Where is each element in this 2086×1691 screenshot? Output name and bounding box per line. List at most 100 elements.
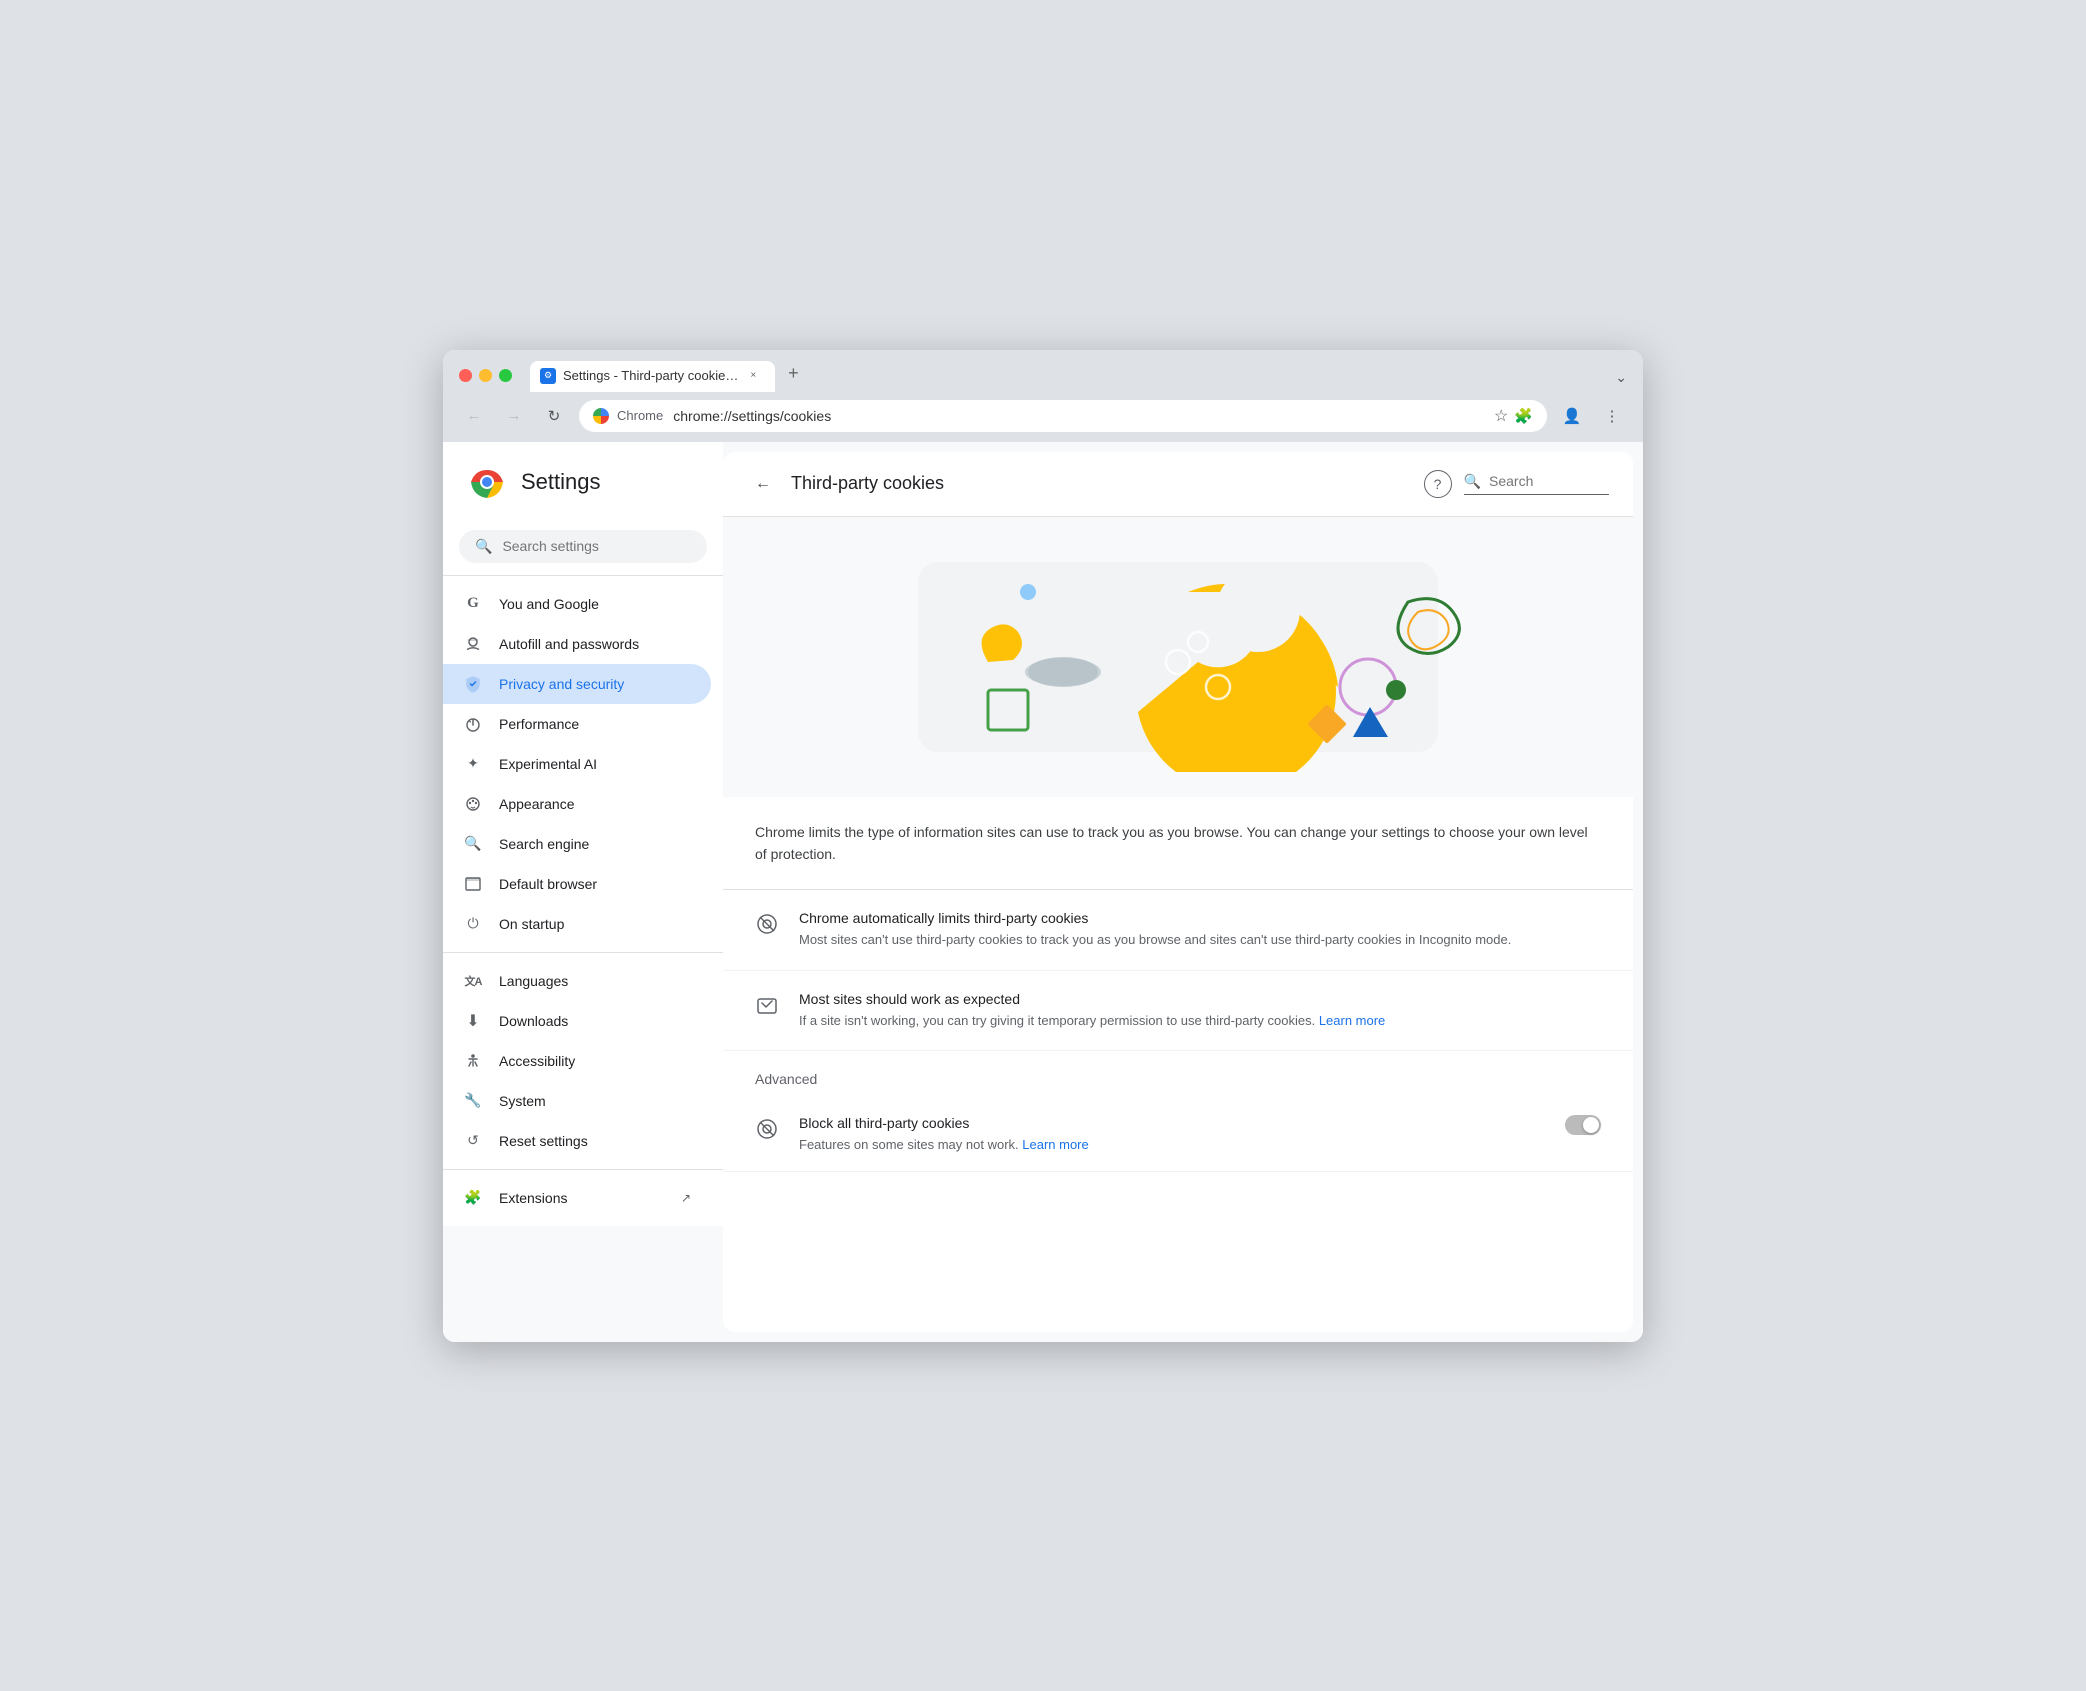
active-tab[interactable]: ⚙ Settings - Third-party cookie… × <box>530 361 775 392</box>
search-settings-input[interactable] <box>502 538 691 554</box>
search-engine-icon: 🔍 <box>463 834 483 854</box>
maximize-window-button[interactable] <box>499 369 512 382</box>
header-right: ? 🔍 <box>1424 470 1609 498</box>
help-button[interactable]: ? <box>1424 470 1452 498</box>
extensions-icon: 🧩 <box>463 1188 483 1208</box>
sidebar-item-default-browser[interactable]: Default browser <box>443 864 711 904</box>
sidebar-label-ai: Experimental AI <box>499 756 597 772</box>
tab-close-button[interactable]: × <box>745 368 761 384</box>
block-all-desc: Features on some sites may not work. Lea… <box>799 1135 1545 1155</box>
content-back-button[interactable]: ← <box>747 468 779 500</box>
content-header: ← Third-party cookies ? 🔍 <box>723 452 1633 517</box>
sidebar-item-ai[interactable]: ✦ Experimental AI <box>443 744 711 784</box>
advanced-label: Advanced <box>755 1071 1601 1087</box>
extensions-puzzle-icon[interactable]: 🧩 <box>1514 407 1533 425</box>
main-content: Settings 🔍 G You and Google <box>443 442 1643 1342</box>
toolbar: ← → ↻ Chrome chrome://settings/cookies ☆… <box>443 392 1643 442</box>
reset-icon: ↺ <box>463 1131 483 1151</box>
site-favicon <box>593 408 609 424</box>
sidebar-label-system: System <box>499 1093 546 1109</box>
address-bar[interactable]: Chrome chrome://settings/cookies ☆ 🧩 <box>579 400 1547 432</box>
sites-work-content: Most sites should work as expected If a … <box>799 991 1601 1031</box>
sidebar-label-extensions: Extensions <box>499 1190 567 1206</box>
address-url: chrome://settings/cookies <box>673 408 1486 424</box>
sites-work-desc: If a site isn't working, you can try giv… <box>799 1011 1601 1031</box>
sidebar-item-appearance[interactable]: Appearance <box>443 784 711 824</box>
sidebar-nav: G You and Google Autofill and passwords <box>443 576 723 1226</box>
tab-list-button[interactable]: ⌄ <box>1615 369 1627 386</box>
sidebar-item-reset[interactable]: ↺ Reset settings <box>443 1121 711 1161</box>
learn-more-block-link[interactable]: Learn more <box>1022 1137 1088 1152</box>
close-window-button[interactable] <box>459 369 472 382</box>
google-g-icon: G <box>463 594 483 614</box>
sidebar-divider-1 <box>443 952 723 953</box>
block-all-icon <box>755 1117 779 1141</box>
chrome-logo-icon <box>467 462 507 502</box>
auto-limit-content: Chrome automatically limits third-party … <box>799 910 1601 950</box>
ai-sparkle-icon: ✦ <box>463 754 483 774</box>
settings-header: Settings <box>443 442 723 518</box>
content-search-input[interactable] <box>1489 473 1609 489</box>
sidebar-label-accessibility: Accessibility <box>499 1053 575 1069</box>
auto-limit-desc: Most sites can't use third-party cookies… <box>799 930 1601 950</box>
sidebar-label-languages: Languages <box>499 973 568 989</box>
search-wrap[interactable]: 🔍 <box>459 530 707 563</box>
toggle-thumb <box>1583 1117 1599 1133</box>
sidebar-item-search[interactable]: 🔍 Search engine <box>443 824 711 864</box>
cookie-svg <box>878 542 1478 772</box>
toggle-track <box>1565 1115 1601 1135</box>
sidebar-label-privacy: Privacy and security <box>499 676 624 692</box>
auto-limit-title: Chrome automatically limits third-party … <box>799 910 1601 926</box>
traffic-lights <box>459 369 512 382</box>
block-all-toggle[interactable] <box>1565 1115 1601 1135</box>
appearance-icon <box>463 794 483 814</box>
sidebar-item-extensions[interactable]: 🧩 Extensions ↗ <box>443 1178 711 1218</box>
sidebar-item-accessibility[interactable]: Accessibility <box>443 1041 711 1081</box>
accessibility-icon <box>463 1051 483 1071</box>
bookmark-star-icon[interactable]: ☆ <box>1494 406 1508 426</box>
sidebar-item-you-and-google[interactable]: G You and Google <box>443 584 711 624</box>
sidebar-item-on-startup[interactable]: ⏻ On startup <box>443 904 711 944</box>
new-tab-button[interactable]: + <box>779 360 807 388</box>
sidebar-item-privacy[interactable]: Privacy and security <box>443 664 711 704</box>
sidebar-label-on-startup: On startup <box>499 916 564 932</box>
sidebar-item-downloads[interactable]: ⬇ Downloads <box>443 1001 711 1041</box>
downloads-icon: ⬇ <box>463 1011 483 1031</box>
option-auto-limit: Chrome automatically limits third-party … <box>723 890 1633 971</box>
external-link-icon: ↗ <box>681 1191 691 1205</box>
autofill-icon <box>463 634 483 654</box>
sidebar-item-languages[interactable]: 文A Languages <box>443 961 711 1001</box>
back-button[interactable]: ← <box>459 401 489 431</box>
block-all-content: Block all third-party cookies Features o… <box>799 1115 1545 1155</box>
sidebar-item-performance[interactable]: Performance <box>443 704 711 744</box>
tab-bar: ⚙ Settings - Third-party cookie… × + ⌄ <box>530 360 1627 392</box>
sidebar-label-autofill: Autofill and passwords <box>499 636 639 652</box>
system-icon: 🔧 <box>463 1091 483 1111</box>
address-bar-icons: ☆ 🧩 <box>1494 406 1533 426</box>
learn-more-sites-link[interactable]: Learn more <box>1319 1013 1385 1028</box>
address-label: Chrome <box>617 408 663 423</box>
sidebar-divider-2 <box>443 1169 723 1170</box>
options-list: Chrome automatically limits third-party … <box>723 890 1633 1051</box>
menu-button[interactable]: ⋮ <box>1597 401 1627 431</box>
default-browser-icon <box>463 874 483 894</box>
refresh-button[interactable]: ↻ <box>539 401 569 431</box>
block-all-toggle-wrap[interactable] <box>1565 1115 1601 1135</box>
content-panel: ← Third-party cookies ? 🔍 <box>723 452 1633 1332</box>
minimize-window-button[interactable] <box>479 369 492 382</box>
sidebar-label-reset: Reset settings <box>499 1133 588 1149</box>
content-search-wrap[interactable]: 🔍 <box>1464 473 1609 495</box>
sidebar-item-autofill[interactable]: Autofill and passwords <box>443 624 711 664</box>
forward-button[interactable]: → <box>499 401 529 431</box>
sites-work-title: Most sites should work as expected <box>799 991 1601 1007</box>
profile-button[interactable]: 👤 <box>1557 401 1587 431</box>
sidebar-item-system[interactable]: 🔧 System <box>443 1081 711 1121</box>
sidebar: Settings 🔍 G You and Google <box>443 442 723 1342</box>
browser-window: ⚙ Settings - Third-party cookie… × + ⌄ ←… <box>443 350 1643 1342</box>
startup-icon: ⏻ <box>463 914 483 934</box>
auto-limit-icon <box>755 912 779 936</box>
header-left: ← Third-party cookies <box>747 468 944 500</box>
content-description: Chrome limits the type of information si… <box>723 797 1633 891</box>
performance-icon <box>463 714 483 734</box>
sidebar-label-performance: Performance <box>499 716 579 732</box>
